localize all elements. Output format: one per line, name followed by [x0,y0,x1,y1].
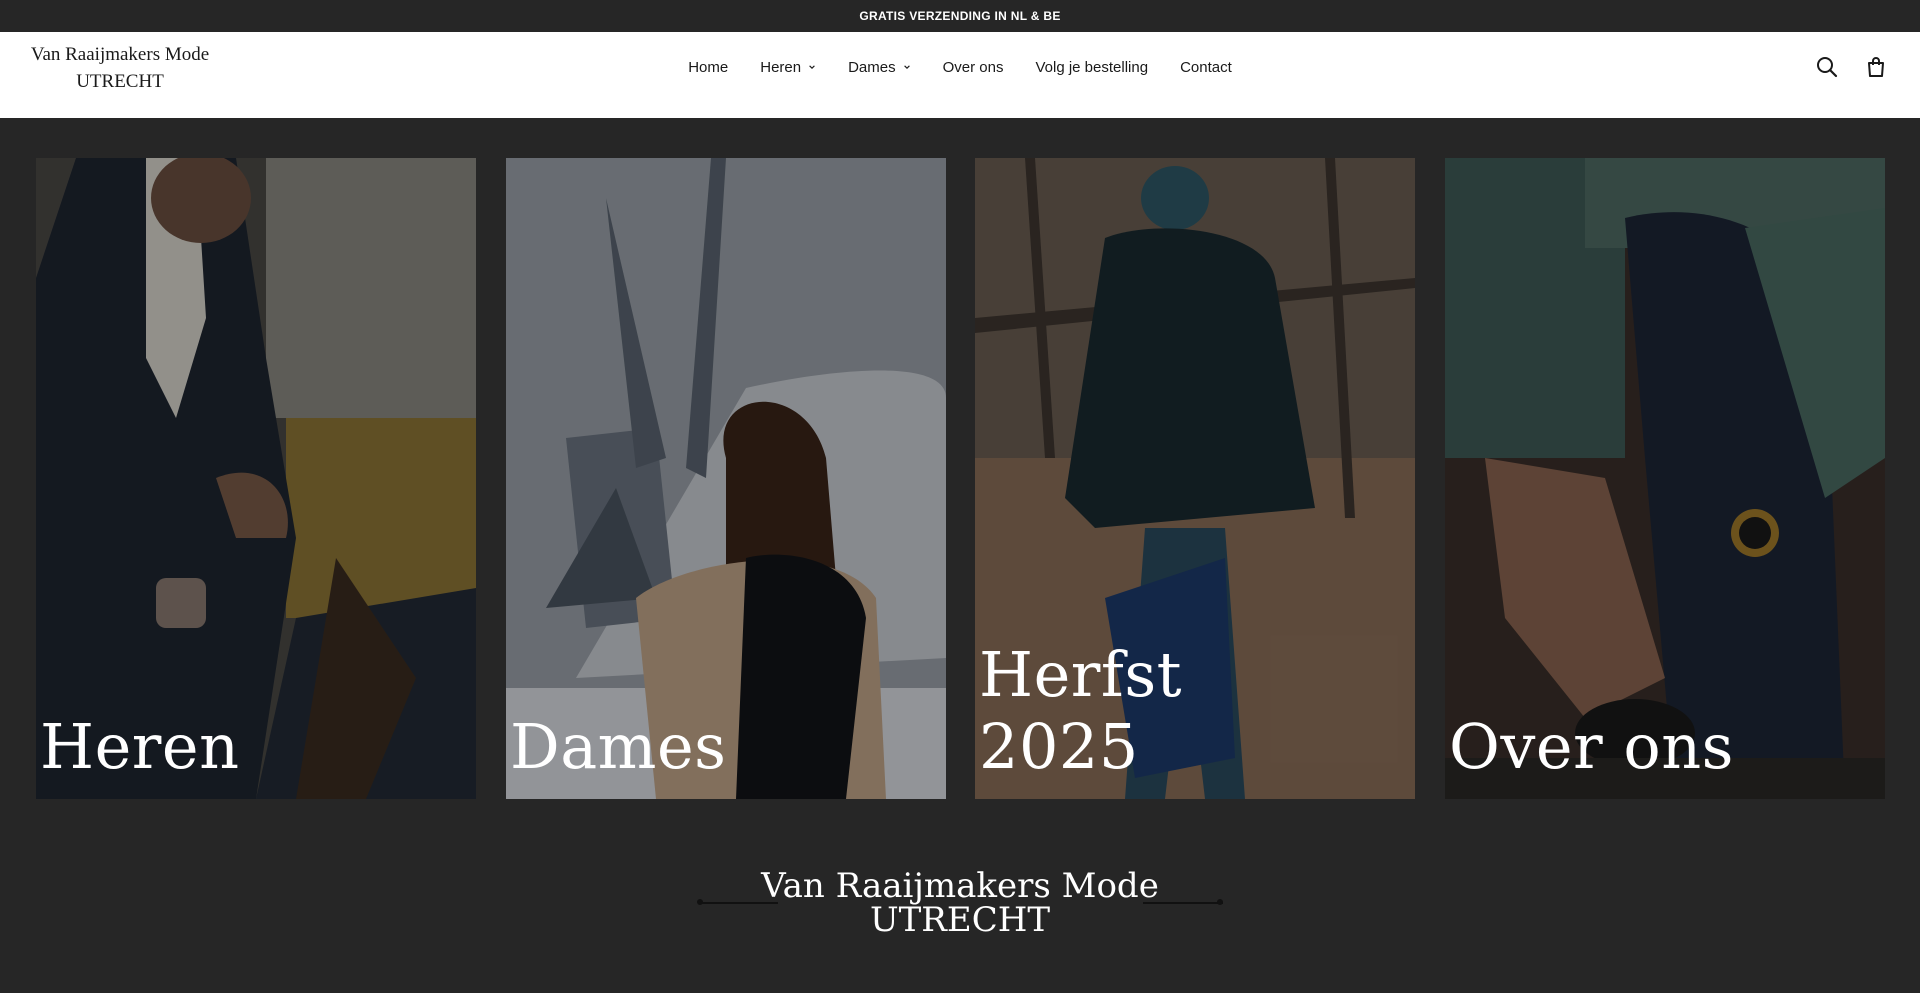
tile-title: Heren [40,711,240,783]
tile-overlay [1445,158,1885,799]
tile-title-line-1: Heren [40,710,240,783]
tile-title-line-1: Over ons [1449,710,1734,783]
tile-heren[interactable]: Heren [36,158,476,799]
logo-line-1: Van Raaijmakers Mode [30,44,210,65]
footer-brand: Van Raaijmakers Mode UTRECHT [0,866,1920,946]
tile-title: Dames [510,711,726,783]
chevron-down-icon [903,65,910,69]
nav-label: Dames [848,58,896,76]
divider-line-right [1143,902,1223,904]
search-icon [1817,57,1838,78]
chevron-down-icon [809,65,815,69]
main-nav: Home Heren Dames Over ons Volg je bestel… [0,32,1920,102]
tile-title: Over ons [1449,711,1734,783]
tile-overlay [506,158,946,799]
tile-dames[interactable]: Dames [506,158,946,799]
tile-overlay [36,158,476,799]
nav-item-dames[interactable]: Dames [832,59,927,76]
nav-label: Heren [760,58,802,76]
cart-button[interactable] [1864,55,1888,79]
shopping-bag-icon [1868,57,1884,77]
nav-label: Contact [1180,58,1232,76]
search-button[interactable] [1815,55,1839,79]
site-logo[interactable]: Van Raaijmakers Mode UTRECHT [22,41,218,95]
footer-brand-name: Van Raaijmakers Mode UTRECHT [760,869,1160,937]
announcement-text: GRATIS VERZENDING IN NL & BE [859,9,1061,23]
footer-brand-line-2: UTRECHT [869,900,1051,940]
tile-title-line-1: Herfst [979,638,1183,711]
nav-label: Home [688,58,729,76]
nav-label: Over ons [942,58,1004,76]
nav-item-home[interactable]: Home [672,59,744,76]
tile-herfst-2025[interactable]: Herfst 2025 [975,158,1415,799]
announcement-bar: GRATIS VERZENDING IN NL & BE [0,0,1920,32]
nav-item-volg-je-bestelling[interactable]: Volg je bestelling [1019,59,1164,76]
tile-title-line-2: 2025 [979,710,1139,783]
nav-item-over-ons[interactable]: Over ons [927,59,1020,76]
nav-label: Volg je bestelling [1035,58,1149,76]
nav-item-contact[interactable]: Contact [1164,59,1248,76]
divider-dot [1217,899,1223,905]
logo-line-2: UTRECHT [76,71,164,92]
tile-over-ons[interactable]: Over ons [1445,158,1885,799]
footer-brand-line-1: Van Raaijmakers Mode [761,866,1159,906]
nav-item-heren[interactable]: Heren [744,59,832,76]
collection-tiles: Heren Dames Herfst 2025 Over ons [0,158,1920,799]
tile-title-line-1: Dames [510,710,727,783]
site-header: Van Raaijmakers Mode UTRECHT Home Heren … [0,32,1920,118]
tile-title: Herfst 2025 [979,638,1183,783]
